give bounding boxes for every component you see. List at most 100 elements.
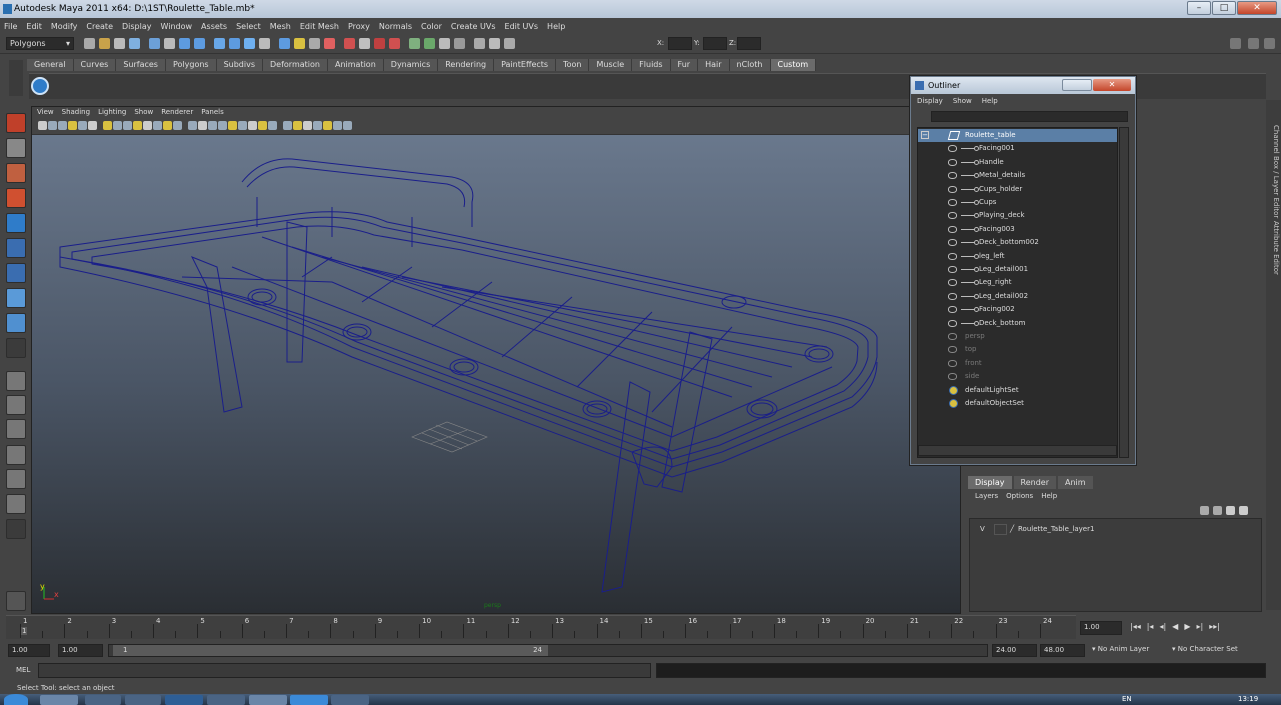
outliner-vscroll[interactable] — [1119, 127, 1129, 458]
hypershade-layout-icon[interactable] — [6, 469, 26, 489]
rotate-tool-icon[interactable] — [6, 213, 26, 233]
shelf-tab-hair[interactable]: Hair — [698, 59, 730, 71]
shelf-tab-custom[interactable]: Custom — [770, 59, 817, 71]
go-to-end-icon[interactable]: ▸▸| — [1209, 622, 1220, 631]
menu-select[interactable]: Select — [236, 22, 261, 31]
last-tool-icon[interactable] — [6, 338, 26, 358]
menu-help[interactable]: Help — [547, 22, 565, 31]
layout-options-icon[interactable] — [6, 519, 26, 539]
anim-layer-dropdown[interactable]: ▾ No Anim Layer — [1092, 645, 1149, 653]
status-tool-icon[interactable] — [324, 38, 335, 49]
layer-row[interactable]: V ╱ Roulette_Table_layer1 — [972, 523, 1257, 536]
menu-display[interactable]: Display — [122, 22, 152, 31]
taskbar-app-icon[interactable] — [290, 695, 328, 705]
outliner-camera[interactable]: front — [918, 357, 1117, 370]
outliner-set[interactable]: defaultLightSet — [918, 384, 1117, 397]
outliner-set[interactable]: defaultObjectSet — [918, 397, 1117, 410]
x-input[interactable] — [668, 37, 692, 50]
status-tool-icon[interactable] — [129, 38, 140, 49]
panel-layout-icon[interactable] — [1230, 38, 1241, 49]
status-tool-icon[interactable] — [439, 38, 450, 49]
menu-edit-mesh[interactable]: Edit Mesh — [300, 22, 339, 31]
start-time-field[interactable]: 1.00 — [8, 644, 50, 657]
status-tool-icon[interactable] — [84, 38, 95, 49]
status-tool-icon[interactable] — [244, 38, 255, 49]
outliner-item[interactable]: Cups — [918, 196, 1117, 209]
layer-move-up-icon[interactable] — [1200, 506, 1209, 515]
taskbar-app-icon[interactable] — [85, 695, 121, 705]
menu-assets[interactable]: Assets — [201, 22, 227, 31]
end-time-field[interactable]: 48.00 — [1040, 644, 1085, 657]
tab-channel-box[interactable]: Channel Box / Layer Editor — [1267, 112, 1280, 232]
persp-outliner-layout-icon[interactable] — [6, 419, 26, 439]
range-slider[interactable]: 1 24 — [108, 644, 988, 657]
play-forward-icon[interactable]: ▶ — [1184, 622, 1190, 631]
status-tool-icon[interactable] — [259, 38, 270, 49]
outliner-item[interactable]: Facing001 — [918, 142, 1117, 155]
outliner-item[interactable]: Cups_holder — [918, 183, 1117, 196]
layer-menu-layers[interactable]: Layers — [975, 492, 998, 500]
status-tool-icon[interactable] — [504, 38, 515, 49]
outliner-item[interactable]: Leg_detail001 — [918, 263, 1117, 276]
status-tool-icon[interactable] — [309, 38, 320, 49]
layer-tab-display[interactable]: Display — [968, 476, 1012, 489]
menu-proxy[interactable]: Proxy — [348, 22, 370, 31]
shelf-tab-fur[interactable]: Fur — [670, 59, 699, 71]
taskbar-app-icon[interactable] — [331, 695, 369, 705]
menu-window[interactable]: Window — [161, 22, 193, 31]
status-tool-icon[interactable] — [409, 38, 420, 49]
outliner-camera[interactable]: persp — [918, 330, 1117, 343]
outliner-item[interactable]: Leg_detail002 — [918, 290, 1117, 303]
lasso-tool-icon[interactable] — [6, 138, 26, 158]
four-pane-layout-icon[interactable] — [6, 395, 26, 415]
outliner-menu-display[interactable]: Display — [917, 97, 943, 105]
menu-modify[interactable]: Modify — [51, 22, 78, 31]
status-tool-icon[interactable] — [179, 38, 190, 49]
outliner-filter-input[interactable] — [931, 111, 1128, 122]
menu-edit-uvs[interactable]: Edit UVs — [505, 22, 539, 31]
status-tool-icon[interactable] — [279, 38, 290, 49]
menu-set-dropdown[interactable]: Polygons ▾ — [6, 37, 74, 50]
status-tool-icon[interactable] — [344, 38, 355, 49]
shelf-tab-deformation[interactable]: Deformation — [263, 59, 328, 71]
shelf-tab-dynamics[interactable]: Dynamics — [383, 59, 439, 71]
shelf-tab-subdivs[interactable]: Subdivs — [216, 59, 264, 71]
menu-edit[interactable]: Edit — [26, 22, 42, 31]
outliner-menu-show[interactable]: Show — [953, 97, 972, 105]
script-editor-icon[interactable] — [6, 591, 26, 611]
outliner-item[interactable]: Facing002 — [918, 303, 1117, 316]
shelf-tab-fluids[interactable]: Fluids — [632, 59, 671, 71]
status-tool-icon[interactable] — [424, 38, 435, 49]
new-layer-selected-icon[interactable] — [1239, 506, 1248, 515]
taskbar-app-icon[interactable] — [249, 695, 287, 705]
shelf-tab-muscle[interactable]: Muscle — [589, 59, 633, 71]
outliner-camera[interactable]: side — [918, 370, 1117, 383]
show-manipulator-icon[interactable] — [6, 313, 26, 333]
outliner-title-bar[interactable]: Outliner ✕ — [911, 77, 1135, 94]
close-button[interactable]: ✕ — [1237, 1, 1277, 15]
custom-tool-icon[interactable] — [31, 77, 49, 95]
status-tool-icon[interactable] — [374, 38, 385, 49]
outliner-item[interactable]: Playing_deck — [918, 209, 1117, 222]
shelf-tab-curves[interactable]: Curves — [73, 59, 117, 71]
layer-move-down-icon[interactable] — [1213, 506, 1222, 515]
y-input[interactable] — [703, 37, 727, 50]
status-tool-icon[interactable] — [229, 38, 240, 49]
collapse-icon[interactable]: − — [921, 131, 929, 139]
status-tool-icon[interactable] — [149, 38, 160, 49]
status-tool-icon[interactable] — [194, 38, 205, 49]
paint-select-tool-icon[interactable] — [6, 163, 26, 183]
playback-end-field[interactable]: 24.00 — [992, 644, 1037, 657]
scale-tool-icon[interactable] — [6, 238, 26, 258]
shelf-tab-painteffects[interactable]: PaintEffects — [494, 59, 557, 71]
status-tool-icon[interactable] — [99, 38, 110, 49]
menu-file[interactable]: File — [4, 22, 17, 31]
character-set-dropdown[interactable]: ▾ No Character Set — [1172, 645, 1238, 653]
range-slider-handle[interactable]: 1 24 — [113, 645, 548, 656]
menu-create-uvs[interactable]: Create UVs — [451, 22, 496, 31]
step-back-key-icon[interactable]: |◂ — [1147, 622, 1154, 631]
play-backward-icon[interactable]: ◀ — [1172, 622, 1178, 631]
outliner-close-button[interactable]: ✕ — [1093, 79, 1131, 91]
shelf-tab-general[interactable]: General — [27, 59, 74, 71]
go-to-start-icon[interactable]: |◂◂ — [1130, 622, 1141, 631]
